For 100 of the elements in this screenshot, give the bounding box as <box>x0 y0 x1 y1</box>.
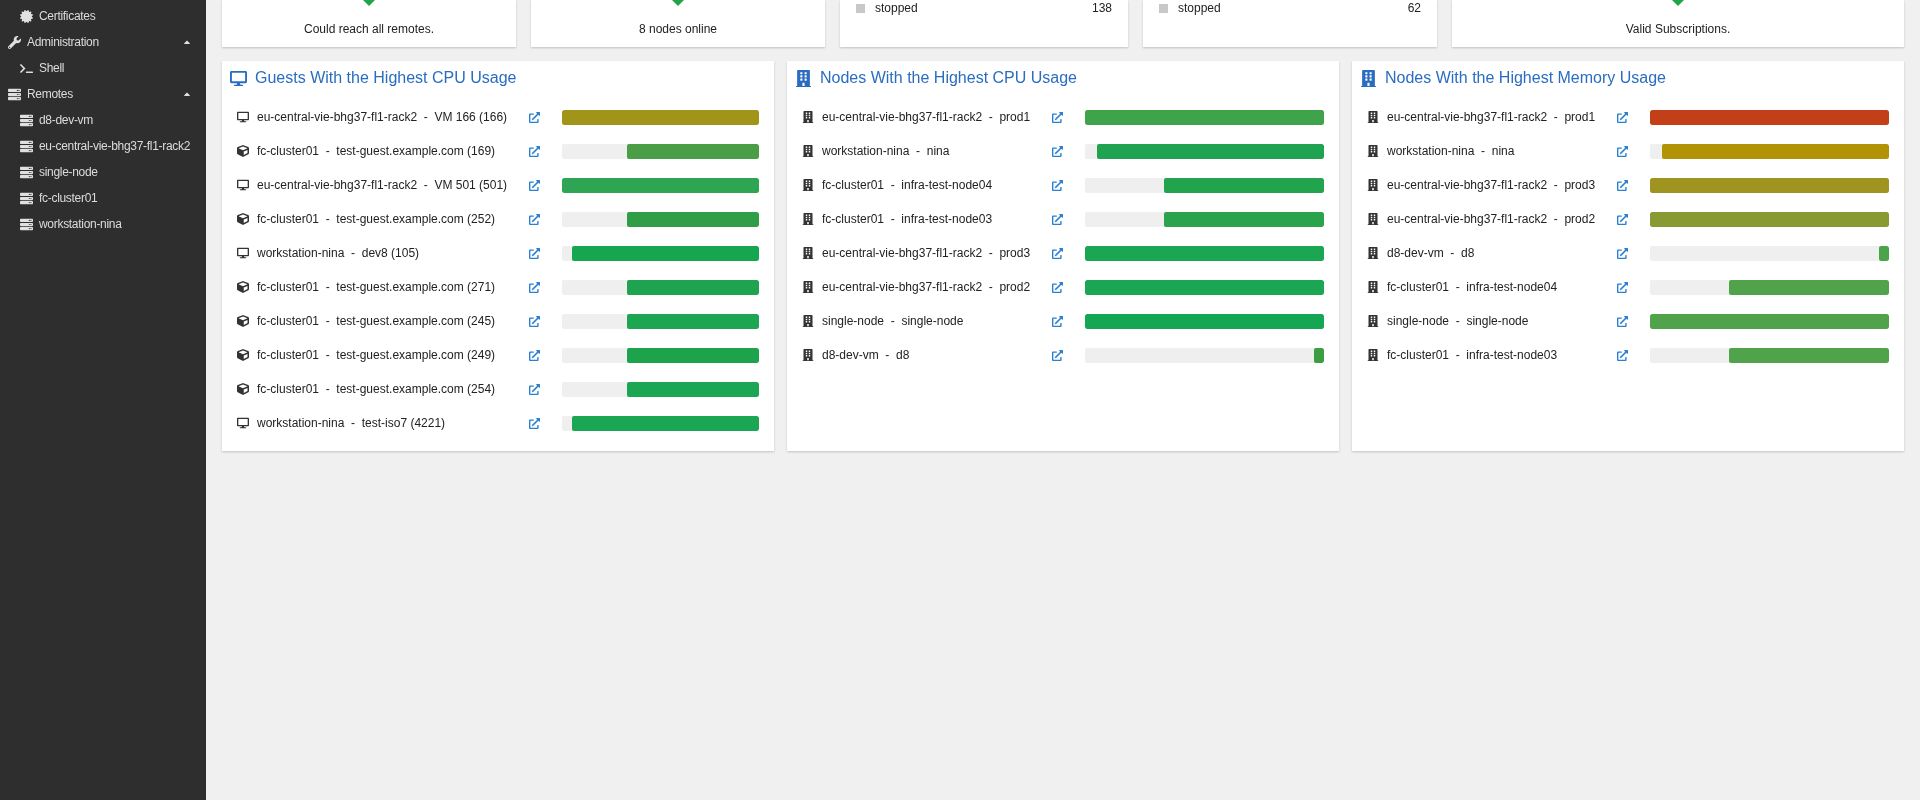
external-link-icon[interactable] <box>529 349 541 361</box>
status-text: Could reach all remotes. <box>303 21 435 38</box>
external-link-icon[interactable] <box>529 281 541 293</box>
terminal-icon <box>20 61 33 75</box>
guest-label: fc-cluster01 - infra-test-node03 <box>822 211 993 228</box>
external-link-icon[interactable] <box>1052 213 1064 225</box>
guest-label: fc-cluster01 - test-guest.example.com (271) <box>257 279 496 296</box>
seal-icon <box>20 9 33 23</box>
guest-label: fc-cluster01 - infra-test-node03 <box>1387 347 1558 364</box>
building-icon <box>802 315 814 327</box>
server-icon <box>20 139 33 153</box>
guest-label: d8-dev-vm - d8 <box>1387 245 1475 262</box>
panel-title: Guests With the Highest CPU Usage <box>255 68 517 88</box>
external-link-icon[interactable] <box>529 315 541 327</box>
external-link-icon[interactable] <box>1052 179 1064 191</box>
guest-label: fc-cluster01 - test-guest.example.com (254) <box>257 381 496 398</box>
building-icon <box>1360 69 1377 87</box>
external-link-icon[interactable] <box>529 417 541 429</box>
building-icon <box>1367 281 1379 293</box>
monitor-icon <box>237 247 249 259</box>
building-icon <box>1367 349 1379 361</box>
server-icon <box>20 113 33 127</box>
guest-label: eu-central-vie-bhg37-fl1-rack2 - prod3 <box>822 245 1031 262</box>
cube-icon <box>237 383 249 395</box>
external-link-icon[interactable] <box>529 179 541 191</box>
external-link-icon[interactable] <box>1617 179 1629 191</box>
guest-label: fc-cluster01 - test-guest.example.com (245) <box>257 313 496 330</box>
guest-label: fc-cluster01 - test-guest.example.com (252) <box>257 211 496 228</box>
count-value: 62 <box>1407 0 1421 17</box>
monitor-icon <box>230 69 247 87</box>
building-icon <box>1367 111 1379 123</box>
guest-label: eu-central-vie-bhg37-fl1-rack2 - VM 501 (501) <box>257 177 508 194</box>
sidebar-item[interactable]: single-node <box>0 159 206 185</box>
external-link-icon[interactable] <box>529 247 541 259</box>
server-icon <box>8 87 21 101</box>
external-link-icon[interactable] <box>1617 349 1629 361</box>
monitor-icon <box>237 179 249 191</box>
sidebar-item[interactable]: Remotes <box>0 81 206 107</box>
status-text: 8 nodes online <box>638 21 718 38</box>
panel-title: Nodes With the Highest Memory Usage <box>1385 68 1666 88</box>
building-icon <box>802 145 814 157</box>
guest-label: fc-cluster01 - infra-test-node04 <box>822 177 993 194</box>
building-icon <box>802 213 814 225</box>
cube-icon <box>237 349 249 361</box>
guest-label: single-node - single-node <box>822 313 964 330</box>
guest-label: eu-central-vie-bhg37-fl1-rack2 - prod2 <box>822 279 1031 296</box>
external-link-icon[interactable] <box>529 383 541 395</box>
server-icon <box>20 217 33 231</box>
sidebar-item[interactable]: fc-cluster01 <box>0 185 206 211</box>
external-link-icon[interactable] <box>1617 247 1629 259</box>
building-icon <box>1367 179 1379 191</box>
building-icon <box>1367 213 1379 225</box>
sidebar-item[interactable]: d8-dev-vm <box>0 107 206 133</box>
external-link-icon[interactable] <box>1052 315 1064 327</box>
external-link-icon[interactable] <box>1617 213 1629 225</box>
external-link-icon[interactable] <box>1617 281 1629 293</box>
cube-icon <box>237 315 249 327</box>
sidebar-item[interactable]: Shell <box>0 55 206 81</box>
external-link-icon[interactable] <box>1617 111 1629 123</box>
guest-label: workstation-nina - test-iso7 (4221) <box>257 415 446 432</box>
external-link-icon[interactable] <box>1052 145 1064 157</box>
guest-label: fc-cluster01 - test-guest.example.com (249) <box>257 347 496 364</box>
guest-label: single-node - single-node <box>1387 313 1529 330</box>
guest-label: d8-dev-vm - d8 <box>822 347 910 364</box>
guest-label: workstation-nina - nina <box>822 143 950 160</box>
building-icon <box>802 349 814 361</box>
status-square-icon <box>856 3 865 13</box>
external-link-icon[interactable] <box>1052 111 1064 123</box>
guest-label: eu-central-vie-bhg37-fl1-rack2 - prod1 <box>1387 109 1596 126</box>
guest-label: fc-cluster01 - infra-test-node04 <box>1387 279 1558 296</box>
building-icon <box>802 179 814 191</box>
building-icon <box>802 281 814 293</box>
cube-icon <box>237 213 249 225</box>
building-icon <box>802 247 814 259</box>
monitor-icon <box>237 111 249 123</box>
building-icon <box>795 69 812 87</box>
guest-label: fc-cluster01 - test-guest.example.com (169) <box>257 143 496 160</box>
monitor-icon <box>237 417 249 429</box>
external-link-icon[interactable] <box>1617 315 1629 327</box>
count-value: 138 <box>1091 0 1112 17</box>
count-label: stopped <box>875 0 919 17</box>
building-icon <box>802 111 814 123</box>
sidebar-item[interactable]: Certificates <box>0 3 206 29</box>
guest-label: eu-central-vie-bhg37-fl1-rack2 - prod2 <box>1387 211 1596 228</box>
external-link-icon[interactable] <box>529 111 541 123</box>
guest-label: eu-central-vie-bhg37-fl1-rack2 - VM 166 (166) <box>257 109 508 126</box>
external-link-icon[interactable] <box>529 213 541 225</box>
external-link-icon[interactable] <box>1052 247 1064 259</box>
external-link-icon[interactable] <box>1052 281 1064 293</box>
sidebar-item[interactable]: Administration <box>0 29 206 55</box>
panel-title: Nodes With the Highest CPU Usage <box>820 68 1077 88</box>
external-link-icon[interactable] <box>1052 349 1064 361</box>
status-square-icon <box>1159 3 1168 13</box>
sidebar-item[interactable]: eu-central-vie-bhg37-fl1-rack2 <box>0 133 206 159</box>
guest-label: workstation-nina - nina <box>1387 143 1515 160</box>
sidebar-item[interactable]: workstation-nina <box>0 211 206 237</box>
server-icon <box>20 191 33 205</box>
building-icon <box>1367 247 1379 259</box>
external-link-icon[interactable] <box>529 145 541 157</box>
external-link-icon[interactable] <box>1617 145 1629 157</box>
